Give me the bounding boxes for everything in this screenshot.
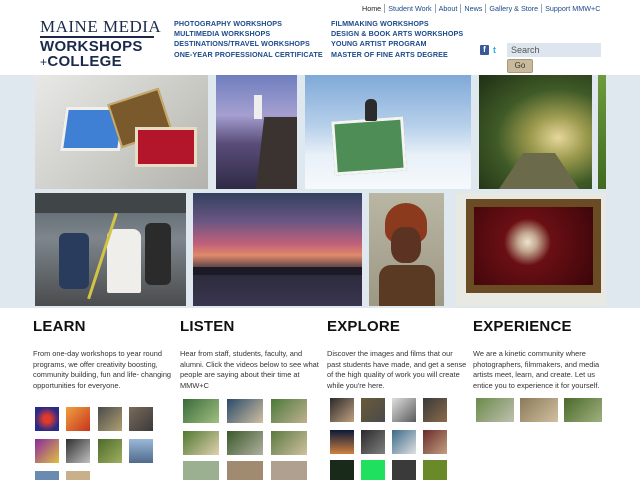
section-listen: LISTEN Hear from staff, students, facult… xyxy=(180,318,320,391)
experience-thumb-3[interactable] xyxy=(564,398,602,422)
listen-video-5[interactable] xyxy=(227,431,263,455)
main-nav-column-1: PHOTOGRAPHY WORKSHOPS MULTIMEDIA WORKSHO… xyxy=(174,19,323,60)
photo-forest-road[interactable] xyxy=(479,75,592,189)
nav-photography-workshops[interactable]: PHOTOGRAPHY WORKSHOPS xyxy=(174,19,323,29)
listen-video-2[interactable] xyxy=(227,399,263,423)
section-listen-text: Hear from staff, students, faculty, and … xyxy=(180,349,319,390)
learn-thumb-3[interactable] xyxy=(98,407,122,431)
photo-snow-frame[interactable] xyxy=(305,75,471,189)
logo-line-2: WORKSHOPS xyxy=(40,38,143,55)
learn-thumb-5[interactable] xyxy=(35,439,59,463)
nav-destinations-travel-workshops[interactable]: DESTINATIONS/TRAVEL WORKSHOPS xyxy=(174,39,323,49)
logo-line-1: MAINE MEDIA xyxy=(40,17,162,36)
nav-multimedia-workshops[interactable]: MULTIMEDIA WORKSHOPS xyxy=(174,29,323,39)
explore-thumb-5[interactable] xyxy=(330,430,354,454)
facebook-icon[interactable]: f xyxy=(480,45,489,55)
section-experience-title: EXPERIENCE xyxy=(473,318,572,335)
photo-shell-print[interactable] xyxy=(456,193,606,306)
search-input[interactable] xyxy=(507,43,601,57)
top-nav-student-work[interactable]: Student Work xyxy=(384,4,434,13)
explore-thumb-2[interactable] xyxy=(361,398,385,422)
top-nav: Home Student Work About News Gallery & Store… xyxy=(362,4,603,13)
top-nav-gallery-store[interactable]: Gallery & Store xyxy=(485,4,541,13)
section-explore-title: EXPLORE xyxy=(327,318,401,335)
twitter-icon[interactable]: t xyxy=(493,45,503,55)
explore-thumb-6[interactable] xyxy=(361,430,385,454)
learn-thumb-10[interactable] xyxy=(66,471,90,480)
learn-thumb-8[interactable] xyxy=(129,439,153,463)
nav-design-book-arts[interactable]: DESIGN & BOOK ARTS WORKSHOPS xyxy=(331,29,463,39)
section-explore: EXPLORE Discover the images and films th… xyxy=(327,318,467,391)
nav-young-artist-program[interactable]: YOUNG ARTIST PROGRAM xyxy=(331,39,463,49)
learn-thumb-1[interactable] xyxy=(35,407,59,431)
nav-one-year-certificate[interactable]: ONE-YEAR PROFESSIONAL CERTIFICATE xyxy=(174,50,323,60)
listen-video-6[interactable] xyxy=(271,431,307,455)
photo-book-boxes[interactable] xyxy=(35,75,208,189)
listen-video-8[interactable] xyxy=(227,461,263,480)
logo-college: COLLEGE xyxy=(47,53,122,70)
listen-video-3[interactable] xyxy=(271,399,307,423)
explore-thumb-8[interactable] xyxy=(423,430,447,454)
nav-filmmaking-workshops[interactable]: FILMMAKING WORKSHOPS xyxy=(331,19,463,29)
listen-video-9[interactable] xyxy=(271,461,307,480)
nav-mfa-degree[interactable]: MASTER OF FINE ARTS DEGREE xyxy=(331,50,463,60)
explore-thumb-4[interactable] xyxy=(423,398,447,422)
top-nav-about[interactable]: About xyxy=(434,4,461,13)
explore-thumb-3[interactable] xyxy=(392,398,416,422)
photo-mosaic xyxy=(0,75,640,308)
explore-thumb-11[interactable] xyxy=(392,460,416,480)
photo-film-crew[interactable] xyxy=(35,193,186,306)
site-logo[interactable]: MAINE MEDIA WORKSHOPS +COLLEGE xyxy=(40,17,162,70)
learn-thumb-6[interactable] xyxy=(66,439,90,463)
listen-video-4[interactable] xyxy=(183,431,219,455)
section-experience: EXPERIENCE We are a kinetic community wh… xyxy=(473,318,613,391)
learn-thumb-4[interactable] xyxy=(129,407,153,431)
listen-video-7[interactable] xyxy=(183,461,219,480)
explore-thumb-1[interactable] xyxy=(330,398,354,422)
explore-thumb-12[interactable] xyxy=(423,460,447,480)
top-nav-support[interactable]: Support MMW+C xyxy=(541,4,603,13)
section-listen-title: LISTEN xyxy=(180,318,235,335)
listen-video-1[interactable] xyxy=(183,399,219,423)
photo-portrait-woman[interactable] xyxy=(369,193,444,306)
learn-thumb-2[interactable] xyxy=(66,407,90,431)
section-learn: LEARN From one-day workshops to year rou… xyxy=(33,318,173,391)
logo-line-3: +COLLEGE xyxy=(40,54,156,70)
top-nav-home[interactable]: Home xyxy=(362,4,384,13)
top-nav-news[interactable]: News xyxy=(460,4,485,13)
photo-lighthouse[interactable] xyxy=(216,75,297,189)
search-go-button[interactable]: Go xyxy=(507,59,533,73)
section-learn-text: From one-day workshops to year round pro… xyxy=(33,349,172,390)
main-nav-column-2: FILMMAKING WORKSHOPS DESIGN & BOOK ARTS … xyxy=(331,19,463,60)
explore-thumb-10[interactable] xyxy=(361,460,385,480)
explore-thumb-7[interactable] xyxy=(392,430,416,454)
photo-sunset-lake[interactable] xyxy=(193,193,362,306)
experience-thumb-1[interactable] xyxy=(476,398,514,422)
learn-thumb-7[interactable] xyxy=(98,439,122,463)
learn-thumb-9[interactable] xyxy=(35,471,59,480)
section-experience-text: We are a kinetic community where photogr… xyxy=(473,349,600,390)
site-header: MAINE MEDIA WORKSHOPS +COLLEGE Home Stude… xyxy=(0,0,640,75)
explore-thumb-9[interactable] xyxy=(330,460,354,480)
section-explore-text: Discover the images and films that our p… xyxy=(327,349,467,390)
photo-edge-green[interactable] xyxy=(598,75,606,189)
section-learn-title: LEARN xyxy=(33,318,86,335)
experience-thumb-2[interactable] xyxy=(520,398,558,422)
